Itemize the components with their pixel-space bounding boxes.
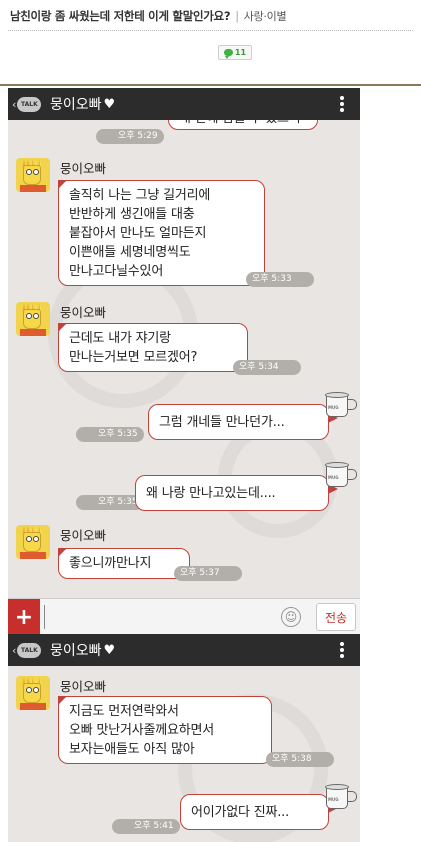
kebab-menu-icon[interactable]: [340, 642, 344, 658]
message-timestamp: 오후 5:37: [174, 566, 242, 581]
coffee-mug-icon[interactable]: MUG: [322, 390, 358, 420]
attach-plus-button[interactable]: +: [8, 599, 40, 634]
message-timestamp: 오후 5:29: [96, 129, 164, 144]
talk-badge: TALK: [17, 96, 42, 112]
chat-screenshot-1: 내 안에 담을 수 있으니 오후 5:29 ‹ TALK 뭉이오빠 ♥ 뭉이오빠…: [8, 88, 360, 634]
incoming-message-bubble: 근데도 내가 쟈기랑 만나는거보면 모르겠어?: [58, 323, 248, 372]
message-text: 지금도 먼저연락와서 오빠 맛난거사줄께요하면서 보자는애들도 아직 많아: [69, 704, 215, 757]
incoming-message-bubble: 좋으니까만나지: [58, 548, 190, 579]
chat-contact-name: 뭉이오빠: [50, 643, 102, 659]
coffee-mug-icon[interactable]: MUG: [322, 460, 358, 490]
comment-bubble-icon: [223, 49, 233, 59]
back-chevron-icon: ‹: [12, 97, 17, 111]
title-separator: |: [235, 9, 239, 23]
comment-count: 11: [234, 48, 247, 57]
post-header: 남친이랑 좀 싸웠는데 저한테 이게 할말인가요? | 사랑·이별 11: [0, 0, 421, 86]
kakao-talk-icon[interactable]: ‹ TALK: [12, 95, 44, 113]
incoming-message-bubble: 지금도 먼저연락와서 오빠 맛난거사줄께요하면서 보자는애들도 아직 많아: [58, 696, 272, 764]
message-text: 좋으니까만나지: [69, 556, 152, 571]
bart-simpson-avatar[interactable]: [16, 302, 50, 336]
message-input[interactable]: [44, 605, 284, 629]
post-title-row: 남친이랑 좀 싸웠는데 저한테 이게 할말인가요? | 사랑·이별: [10, 8, 287, 24]
bart-simpson-avatar[interactable]: [16, 158, 50, 192]
send-button[interactable]: 전송: [316, 603, 356, 631]
kebab-menu-icon[interactable]: [340, 96, 344, 112]
outgoing-message-bubble: 그럼 개네들 만나던가...: [148, 404, 338, 440]
message-text: 솔직히 나는 그냥 길거리에 반반하게 생긴애들 대충 붙잡아서 만나도 얼마든…: [69, 188, 211, 279]
heart-icon: ♥: [103, 96, 116, 112]
incoming-message-bubble: 솔직히 나는 그냥 길거리에 반반하게 생긴애들 대충 붙잡아서 만나도 얼마든…: [58, 180, 265, 286]
message-text: 그럼 개네들 만나던가...: [159, 415, 285, 430]
sender-name: 뭉이오빠: [60, 305, 107, 320]
message-text: 왜 나랑 만나고있는데....: [146, 486, 276, 501]
message-text: 근데도 내가 쟈기랑 만나는거보면 모르겠어?: [69, 331, 198, 365]
header-divider: [0, 84, 421, 86]
chat-screenshot-2: ‹ TALK 뭉이오빠 ♥ 뭉이오빠 지금도 먼저연락와서 오빠 맛난거사줄께요…: [8, 634, 360, 842]
kakao-talk-icon[interactable]: ‹ TALK: [12, 641, 44, 659]
message-timestamp: 오후 5:41: [112, 819, 180, 834]
message-input-bar: + ☺ 전송: [8, 598, 360, 634]
sender-name: 뭉이오빠: [60, 528, 107, 543]
message-timestamp: 오후 5:38: [266, 752, 334, 767]
message-timestamp: 오후 5:35: [76, 495, 144, 510]
sender-name: 뭉이오빠: [60, 161, 107, 176]
message-timestamp: 오후 5:33: [246, 272, 314, 287]
post-category[interactable]: 사랑·이별: [244, 10, 287, 23]
message-text: 어이가없다 진짜...: [191, 805, 290, 820]
post-title[interactable]: 남친이랑 좀 싸웠는데 저한테 이게 할말인가요?: [10, 9, 231, 23]
chat-contact-name: 뭉이오빠: [50, 97, 102, 113]
dotted-divider: [8, 30, 413, 31]
bart-simpson-avatar[interactable]: [16, 676, 50, 710]
outgoing-message-bubble: 어이가없다 진짜...: [180, 794, 338, 830]
back-chevron-icon: ‹: [12, 643, 17, 657]
bart-simpson-avatar[interactable]: [16, 525, 50, 559]
message-timestamp: 오후 5:35: [76, 427, 144, 442]
comment-count-badge[interactable]: 11: [218, 45, 252, 60]
outgoing-message-bubble: 왜 나랑 만나고있는데....: [135, 475, 338, 511]
heart-icon: ♥: [103, 642, 116, 658]
coffee-mug-icon[interactable]: MUG: [322, 782, 358, 812]
smiley-icon[interactable]: ☺: [281, 607, 301, 627]
sender-name: 뭉이오빠: [60, 679, 107, 694]
chat-top-bar: ‹ TALK 뭉이오빠 ♥: [8, 634, 360, 666]
message-timestamp: 오후 5:34: [233, 360, 301, 375]
plus-icon: +: [14, 604, 34, 630]
chat-top-bar: ‹ TALK 뭉이오빠 ♥: [8, 88, 360, 120]
talk-badge: TALK: [17, 642, 42, 658]
